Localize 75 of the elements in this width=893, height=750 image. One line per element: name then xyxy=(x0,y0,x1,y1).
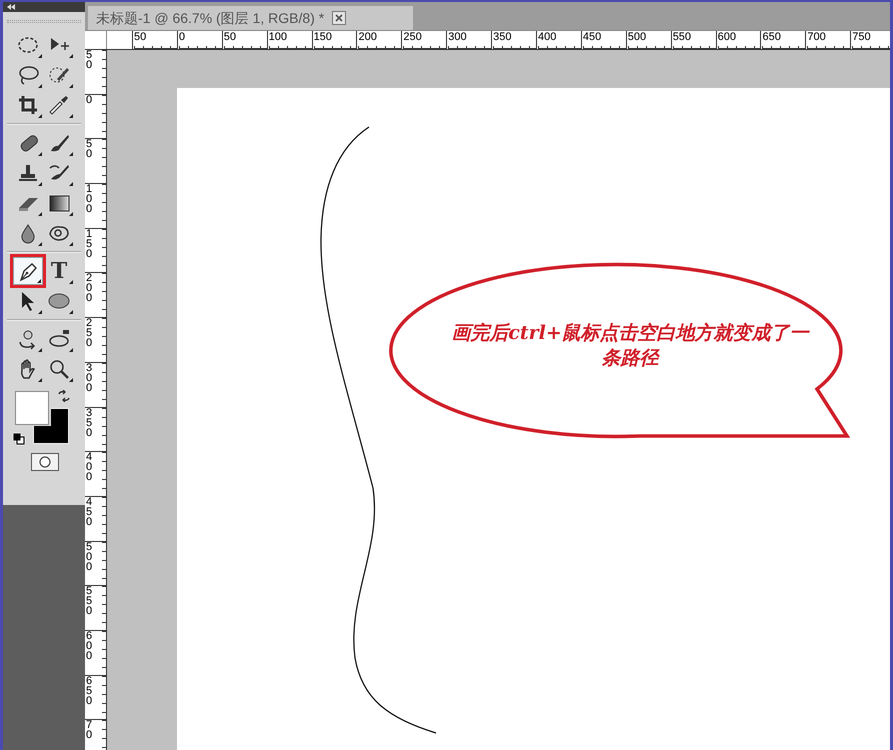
default-colors-icon[interactable] xyxy=(13,433,25,445)
ruler-label: 250 xyxy=(403,31,423,43)
corner-triangle-icon xyxy=(38,310,42,314)
corner-triangle-icon xyxy=(69,114,73,118)
document-tab[interactable]: 未标题-1 @ 66.7% (图层 1, RGB/8) * xyxy=(88,6,413,30)
ruler-label: 450 xyxy=(86,496,94,530)
background-color-swatch[interactable] xyxy=(33,408,69,444)
corner-triangle-icon xyxy=(38,152,42,156)
corner-triangle-icon xyxy=(69,212,73,216)
ruler-label: 0 xyxy=(86,94,94,108)
ruler-label: 70 xyxy=(86,720,94,744)
ruler-label: 100 xyxy=(268,31,288,43)
corner-triangle-icon xyxy=(38,212,42,216)
ruler-label: 750 xyxy=(852,31,872,43)
corner-triangle-icon xyxy=(38,114,42,118)
tool-button[interactable]: T xyxy=(44,257,74,285)
foreground-color-swatch[interactable] xyxy=(15,391,49,425)
ruler-label: 300 xyxy=(448,31,468,43)
corner-triangle-icon xyxy=(69,182,73,186)
ruler-label: 400 xyxy=(86,452,94,486)
corner-triangle-icon xyxy=(69,280,73,284)
tool-button[interactable] xyxy=(13,257,43,285)
ruler-label: 600 xyxy=(718,31,737,43)
ruler-label: 550 xyxy=(672,31,692,43)
ruler-label: 600 xyxy=(86,630,94,664)
callout-text: 条路径 xyxy=(602,346,658,371)
stamp-icon xyxy=(17,162,39,184)
circle-icon xyxy=(38,456,52,468)
ruler-label: 650 xyxy=(86,676,94,709)
corner-triangle-icon xyxy=(69,348,73,352)
corner-triangle-icon xyxy=(38,84,42,88)
collapse-icon[interactable] xyxy=(7,4,15,10)
ruler-label: 650 xyxy=(762,31,782,43)
zoom-icon xyxy=(48,358,70,380)
ruler-label: 400 xyxy=(538,31,558,43)
ruler-label: 250 xyxy=(86,318,94,352)
swap-colors-icon[interactable] xyxy=(57,390,71,402)
corner-triangle-icon xyxy=(38,378,42,382)
corner-triangle-icon xyxy=(38,54,42,58)
corner-triangle-icon xyxy=(69,84,73,88)
ruler-label: 550 xyxy=(86,586,94,620)
ruler-label: 300 xyxy=(86,362,94,396)
ruler-label: 450 xyxy=(582,31,602,43)
corner-triangle-icon xyxy=(69,54,73,58)
ruler-label: 200 xyxy=(86,273,94,306)
ruler-label: 150 xyxy=(314,31,333,43)
ruler-label: 350 xyxy=(493,31,512,43)
ruler-label: 50 xyxy=(86,50,94,73)
corner-triangle-icon xyxy=(38,182,42,186)
callout-text: 画完后ctrl+鼠标点击空白地方就变成了一 xyxy=(451,321,809,346)
corner-triangle-icon xyxy=(69,378,73,382)
ruler-label: 200 xyxy=(358,31,378,43)
ruler-origin[interactable] xyxy=(85,30,107,49)
corner-triangle-icon xyxy=(69,242,73,246)
ruler-label: 500 xyxy=(86,542,94,575)
ruler-label: 50 xyxy=(86,139,94,162)
corner-triangle-icon xyxy=(38,348,42,352)
ruler-label: 500 xyxy=(628,31,648,43)
ruler-label: 100 xyxy=(86,184,94,218)
ruler-label: 150 xyxy=(86,228,94,262)
ruler-label: 0 xyxy=(178,31,186,43)
document-title: 未标题-1 @ 66.7% (图层 1, RGB/8) * xyxy=(96,8,324,28)
corner-triangle-icon xyxy=(69,310,73,314)
corner-triangle-icon xyxy=(37,279,41,283)
close-icon[interactable] xyxy=(332,11,346,25)
ruler-label: 350 xyxy=(86,408,94,440)
lasso-icon xyxy=(17,64,39,86)
crop-icon xyxy=(17,94,39,116)
ruler-label: 50 xyxy=(224,31,238,43)
ruler-label: 700 xyxy=(807,31,827,43)
eyedropper-icon xyxy=(48,94,70,116)
ruler-label: 50 xyxy=(134,31,148,43)
quick-mask-button[interactable] xyxy=(31,453,59,471)
corner-triangle-icon xyxy=(38,242,42,246)
corner-triangle-icon xyxy=(69,152,73,156)
